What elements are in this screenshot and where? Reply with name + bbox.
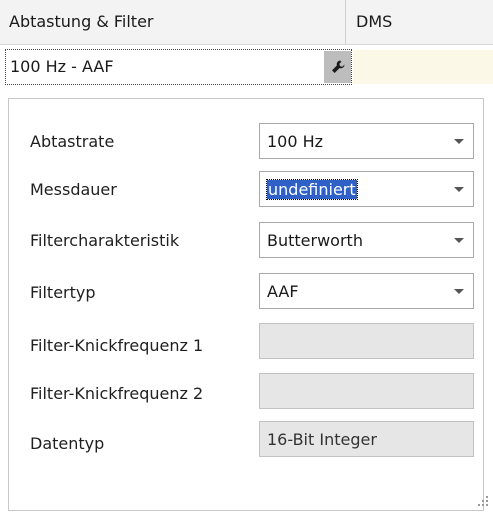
chevron-down-icon bbox=[454, 289, 464, 294]
filter-knickfrequenz-2-field bbox=[259, 373, 474, 409]
filtercharakteristik-value: Butterworth bbox=[267, 231, 363, 250]
resize-grip-icon[interactable] bbox=[478, 496, 490, 508]
column-header: Abtastung & Filter DMS bbox=[0, 0, 493, 45]
filtertyp-value: AAF bbox=[267, 282, 299, 301]
label-filtercharakteristik: Filtercharakteristik bbox=[30, 231, 180, 250]
header-divider[interactable] bbox=[345, 0, 346, 44]
datentyp-field: 16-Bit Integer bbox=[259, 421, 474, 457]
dms-cell[interactable] bbox=[353, 50, 493, 84]
abtastrate-value: 100 Hz bbox=[267, 132, 324, 151]
filtertyp-dropdown[interactable]: AAF bbox=[259, 273, 474, 309]
abtastrate-dropdown[interactable]: 100 Hz bbox=[259, 123, 474, 159]
sampling-summary-cell[interactable]: 100 Hz - AAF bbox=[5, 49, 352, 85]
label-filtertyp: Filtertyp bbox=[30, 283, 96, 302]
label-datentyp: Datentyp bbox=[30, 434, 105, 453]
filtercharakteristik-dropdown[interactable]: Butterworth bbox=[259, 222, 474, 258]
messdauer-dropdown[interactable]: undefiniert bbox=[259, 171, 474, 207]
chevron-down-icon bbox=[454, 139, 464, 144]
sampling-summary-value: 100 Hz - AAF bbox=[10, 57, 114, 76]
label-abtastrate: Abtastrate bbox=[30, 132, 115, 151]
value-row: 100 Hz - AAF bbox=[0, 45, 493, 95]
wrench-icon[interactable] bbox=[324, 51, 351, 83]
header-tab-sampling-filter[interactable]: Abtastung & Filter bbox=[9, 12, 154, 31]
header-tab-dms[interactable]: DMS bbox=[356, 12, 392, 31]
label-filter-knickfrequenz-2: Filter-Knickfrequenz 2 bbox=[30, 384, 204, 403]
chevron-down-icon bbox=[454, 187, 464, 192]
label-filter-knickfrequenz-1: Filter-Knickfrequenz 1 bbox=[30, 336, 204, 355]
label-messdauer: Messdauer bbox=[30, 180, 117, 199]
chevron-down-icon bbox=[454, 238, 464, 243]
filter-knickfrequenz-1-field bbox=[259, 323, 474, 359]
datentyp-value: 16-Bit Integer bbox=[267, 430, 377, 449]
messdauer-value: undefiniert bbox=[266, 179, 358, 200]
messdauer-value-wrapper: undefiniert bbox=[266, 179, 358, 200]
